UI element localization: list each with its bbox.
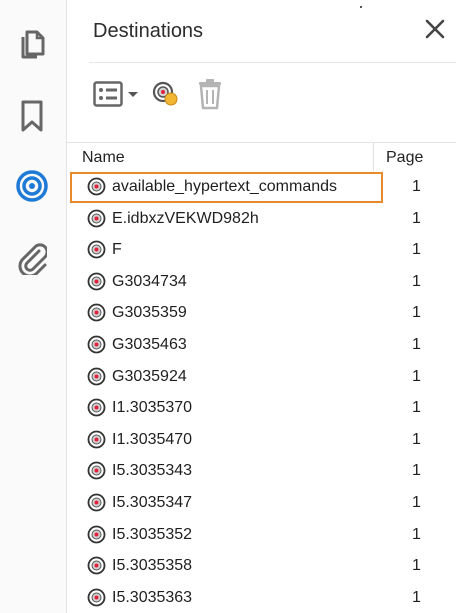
destination-icon xyxy=(87,209,106,227)
destination-name: available_hypertext_commands xyxy=(112,178,338,195)
destination-name: I5.3035343 xyxy=(112,462,193,480)
destinations-table-header: Name Page xyxy=(67,142,456,171)
destination-icon xyxy=(87,493,106,512)
destination-name: F xyxy=(112,241,122,259)
destination-name: I1.3035470 xyxy=(112,430,193,448)
destinations-icon[interactable] xyxy=(14,168,50,204)
destination-row[interactable]: I1.3035470 1 xyxy=(67,424,456,456)
divider-mark xyxy=(360,6,362,8)
vertical-scrollbar[interactable] xyxy=(444,171,454,613)
destination-name: I5.3035358 xyxy=(112,557,193,575)
destination-page: 1 xyxy=(412,399,421,417)
destination-icon xyxy=(87,303,106,322)
destination-icon xyxy=(87,430,106,449)
destination-page: 1 xyxy=(412,493,421,511)
destination-name: G3034734 xyxy=(112,272,187,290)
bookmark-icon[interactable] xyxy=(14,98,50,134)
destination-page: 1 xyxy=(412,209,421,227)
destination-name: I1.3035370 xyxy=(112,399,193,417)
destination-page: 1 xyxy=(412,335,421,353)
attachment-icon[interactable] xyxy=(14,240,50,276)
destination-row[interactable]: I5.3035358 1 xyxy=(67,550,456,582)
delete-button[interactable] xyxy=(195,76,227,112)
destination-row[interactable]: I5.3035352 1 xyxy=(67,519,456,551)
destination-name: I5.3035352 xyxy=(112,525,193,543)
destination-name: G3035463 xyxy=(112,335,187,353)
left-nav-rail xyxy=(0,0,67,613)
destination-page: 1 xyxy=(412,241,421,259)
column-divider xyxy=(373,143,374,171)
toolbar xyxy=(93,74,393,118)
destination-row[interactable]: G3034734 1 xyxy=(67,266,456,298)
column-header-page[interactable]: Page xyxy=(386,149,423,167)
destination-icon xyxy=(87,556,106,575)
destination-row[interactable]: I5.3035363 1 xyxy=(67,582,456,613)
destination-page: 1 xyxy=(412,557,421,575)
destination-icon xyxy=(87,525,106,543)
header-divider xyxy=(89,62,456,63)
destination-icon xyxy=(87,272,106,291)
pages-icon[interactable] xyxy=(14,26,50,62)
destination-row[interactable]: I5.3035347 1 xyxy=(67,487,456,519)
destination-name: E.idbxzVEKWD982h xyxy=(112,209,259,227)
destination-row[interactable]: F 1 xyxy=(67,234,456,266)
destination-icon xyxy=(87,335,106,354)
destination-icon xyxy=(87,240,106,259)
destinations-panel: Destinations Name Page available_hyperte… xyxy=(67,0,456,613)
destination-icon xyxy=(87,588,106,607)
destination-row[interactable]: available_hypertext_commands 1 xyxy=(67,171,456,203)
destination-name: G3035924 xyxy=(112,367,187,385)
destination-name: I5.3035363 xyxy=(112,588,193,606)
destination-name: G3035359 xyxy=(112,304,187,322)
destination-name: I5.3035347 xyxy=(112,493,193,511)
destination-row[interactable]: G3035359 1 xyxy=(67,297,456,329)
close-icon[interactable] xyxy=(422,16,448,42)
destination-page: 1 xyxy=(412,178,421,195)
destination-page: 1 xyxy=(412,525,421,543)
destination-page: 1 xyxy=(412,588,421,606)
panel-title: Destinations xyxy=(93,20,204,42)
destination-row[interactable]: G3035463 1 xyxy=(67,329,456,361)
destination-page: 1 xyxy=(412,462,421,480)
destination-row[interactable]: I1.3035370 1 xyxy=(67,392,456,424)
destination-icon xyxy=(87,398,106,417)
destination-row[interactable]: E.idbxzVEKWD982h 1 xyxy=(67,203,456,235)
destination-page: 1 xyxy=(412,304,421,322)
destination-icon xyxy=(87,367,106,385)
destination-row[interactable]: G3035924 1 xyxy=(67,361,456,393)
new-destination-button[interactable] xyxy=(151,76,183,112)
options-menu-button[interactable] xyxy=(93,76,141,112)
destination-page: 1 xyxy=(412,430,421,448)
column-header-name[interactable]: Name xyxy=(82,149,125,167)
destination-row[interactable]: I5.3035343 1 xyxy=(67,455,456,487)
destinations-list: available_hypertext_commands 1 E.idbxzVE… xyxy=(67,171,456,613)
destination-icon xyxy=(87,461,106,480)
destination-icon xyxy=(87,177,106,196)
destination-page: 1 xyxy=(412,272,421,290)
destination-page: 1 xyxy=(412,367,421,385)
